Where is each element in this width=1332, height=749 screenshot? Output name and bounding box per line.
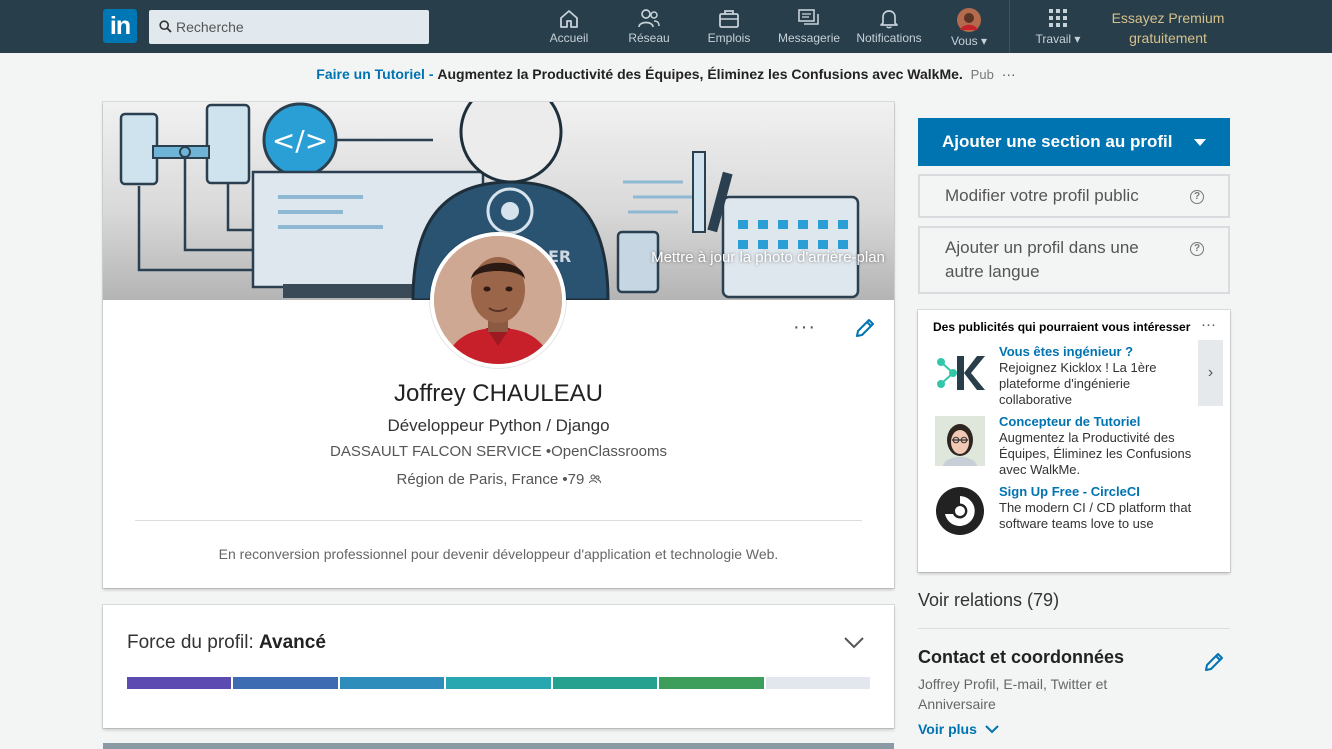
nav-divider bbox=[1009, 0, 1010, 53]
edit-public-profile-label: Modifier votre profil public bbox=[945, 186, 1139, 205]
connections-icon[interactable] bbox=[588, 474, 601, 484]
profile-strength-title: Force du profil: Avancé bbox=[127, 632, 326, 654]
view-connections-link[interactable]: Voir relations (79) bbox=[918, 590, 1059, 611]
ad-description: The modern CI / CD platform that softwar… bbox=[999, 500, 1192, 531]
contact-info-title: Contact et coordonnées bbox=[918, 647, 1125, 667]
nav-notifications[interactable]: Notifications bbox=[853, 8, 925, 50]
circleci-logo bbox=[936, 487, 984, 535]
edit-public-profile-button[interactable]: Modifier votre profil public ? bbox=[918, 174, 1230, 218]
ad-title[interactable]: Vous êtes ingénieur ? bbox=[999, 344, 1133, 359]
profile-headline: Développeur Python / Django bbox=[387, 416, 610, 435]
top-ad-more-button[interactable]: ··· bbox=[1002, 66, 1016, 82]
nav-network-label: Réseau bbox=[628, 31, 670, 45]
home-icon bbox=[560, 10, 578, 28]
ad-title[interactable]: Concepteur de Tutoriel bbox=[999, 414, 1140, 429]
nav-work[interactable]: Travail ▾ bbox=[1033, 8, 1083, 50]
nav-work-label: Travail ▾ bbox=[1035, 32, 1081, 46]
nav-network[interactable]: Réseau bbox=[628, 8, 670, 50]
edit-contact-pencil-icon[interactable] bbox=[1203, 651, 1225, 673]
top-ad-pub: Pub bbox=[970, 67, 994, 82]
profile-location: Région de Paris, France •79 bbox=[103, 471, 894, 488]
contact-info-description: Joffrey Profil, E-mail, Twitter et Anniv… bbox=[918, 676, 1108, 712]
add-language-profile-label: Ajouter un profil dans une autre langue bbox=[945, 238, 1139, 281]
ads-card-title: Des publicités qui pourraient vous intér… bbox=[933, 320, 1191, 334]
add-profile-section-label: Ajouter une section au profil bbox=[942, 132, 1173, 151]
add-language-profile-button[interactable]: Ajouter un profil dans une autre langue … bbox=[918, 226, 1230, 294]
strength-segment bbox=[339, 677, 445, 689]
profile-strength-card: Force du profil: Avancé bbox=[103, 605, 894, 728]
nav-jobs[interactable]: Emplois bbox=[706, 8, 752, 50]
briefcase-icon bbox=[719, 10, 739, 28]
me-avatar bbox=[957, 8, 981, 32]
strength-segment bbox=[552, 677, 658, 689]
next-section-card bbox=[103, 743, 894, 749]
network-icon bbox=[638, 9, 660, 28]
chevron-down-icon bbox=[985, 725, 999, 734]
ads-more-button[interactable]: ··· bbox=[1201, 316, 1216, 333]
premium-link[interactable]: Essayez Premium gratuitement bbox=[1106, 8, 1230, 48]
premium-line2: gratuitement bbox=[1129, 30, 1207, 46]
premium-line1: Essayez Premium bbox=[1111, 10, 1225, 26]
profile-photo[interactable] bbox=[430, 232, 566, 368]
show-more-label: Voir plus bbox=[918, 721, 977, 737]
ad-description: Rejoignez Kicklox ! La 1ère plateforme d… bbox=[999, 360, 1157, 407]
nav-jobs-label: Emplois bbox=[707, 31, 751, 45]
nav-me-label: Vous ▾ bbox=[950, 34, 988, 48]
add-profile-section-button[interactable]: Ajouter une section au profil bbox=[918, 118, 1230, 166]
sidebar-divider bbox=[918, 628, 1230, 629]
profile-location-text: Région de Paris, France •79 bbox=[396, 471, 585, 488]
ad-description: Augmentez la Productivité des Équipes, É… bbox=[999, 430, 1192, 477]
grid-icon bbox=[1049, 9, 1067, 27]
profile-card: </> ER Mettre à jour la photo d'arrière-… bbox=[103, 102, 894, 588]
help-icon[interactable]: ? bbox=[1190, 242, 1204, 256]
kicklox-logo bbox=[937, 356, 985, 390]
strength-segment bbox=[765, 677, 870, 689]
nav-messaging-label: Messagerie bbox=[778, 31, 841, 45]
nav-me[interactable]: Vous ▾ bbox=[948, 8, 990, 50]
svg-text:</>: </> bbox=[272, 124, 328, 157]
top-ad[interactable]: Faire un Tutoriel - Augmentez la Product… bbox=[0, 66, 1332, 82]
strength-segment bbox=[233, 677, 338, 689]
top-nav: in Accueil Réseau Emplois Messagerie Not… bbox=[0, 0, 1332, 53]
chevron-down-icon[interactable] bbox=[844, 637, 864, 649]
profile-divider bbox=[135, 520, 862, 521]
profile-photo-image bbox=[434, 236, 562, 364]
ads-card: Des publicités qui pourraient vous intér… bbox=[918, 310, 1230, 572]
profile-summary[interactable]: En reconversion professionnel pour deven… bbox=[103, 546, 894, 562]
nav-home-label: Accueil bbox=[549, 31, 589, 45]
profile-strength-level: Avancé bbox=[259, 632, 326, 653]
top-ad-text[interactable]: Augmentez la Productivité des Équipes, É… bbox=[437, 66, 962, 82]
profile-strength-meter bbox=[127, 677, 870, 689]
profile-company[interactable]: DASSAULT FALCON SERVICE •OpenClassrooms bbox=[103, 443, 894, 460]
search-input[interactable] bbox=[176, 10, 421, 44]
ad-item[interactable]: Concepteur de Tutoriel Augmentez la Prod… bbox=[933, 414, 1203, 477]
strength-segment bbox=[659, 677, 764, 689]
ad-title[interactable]: Sign Up Free - CircleCI bbox=[999, 484, 1140, 499]
profile-more-button[interactable]: ··· bbox=[793, 316, 816, 339]
profile-name: Joffrey CHAULEAU bbox=[394, 380, 603, 407]
nav-notifications-label: Notifications bbox=[856, 31, 922, 45]
caret-down-icon bbox=[1194, 139, 1206, 146]
show-more-contact-link[interactable]: Voir plus bbox=[918, 721, 999, 737]
top-ad-link[interactable]: Faire un Tutoriel - bbox=[316, 66, 433, 82]
tutorial-person-photo bbox=[935, 416, 985, 466]
profile-strength-label: Force du profil: bbox=[127, 632, 254, 653]
edit-profile-pencil-icon[interactable] bbox=[854, 317, 876, 339]
messaging-icon bbox=[798, 9, 819, 25]
bell-icon bbox=[880, 10, 898, 29]
ad-item[interactable]: Sign Up Free - CircleCI The modern CI / … bbox=[933, 484, 1203, 544]
strength-segment bbox=[127, 677, 232, 689]
nav-home[interactable]: Accueil bbox=[549, 8, 589, 50]
strength-segment bbox=[446, 677, 551, 689]
ad-item[interactable]: Vous êtes ingénieur ? Rejoignez Kicklox … bbox=[933, 344, 1203, 407]
linkedin-logo[interactable]: in bbox=[103, 9, 137, 43]
help-icon[interactable]: ? bbox=[1190, 190, 1204, 204]
nav-messaging[interactable]: Messagerie bbox=[778, 8, 840, 50]
search-icon bbox=[159, 20, 172, 33]
search-box[interactable] bbox=[149, 10, 429, 44]
update-banner-photo-button[interactable]: Mettre à jour la photo d'arrière-plan bbox=[648, 246, 888, 270]
